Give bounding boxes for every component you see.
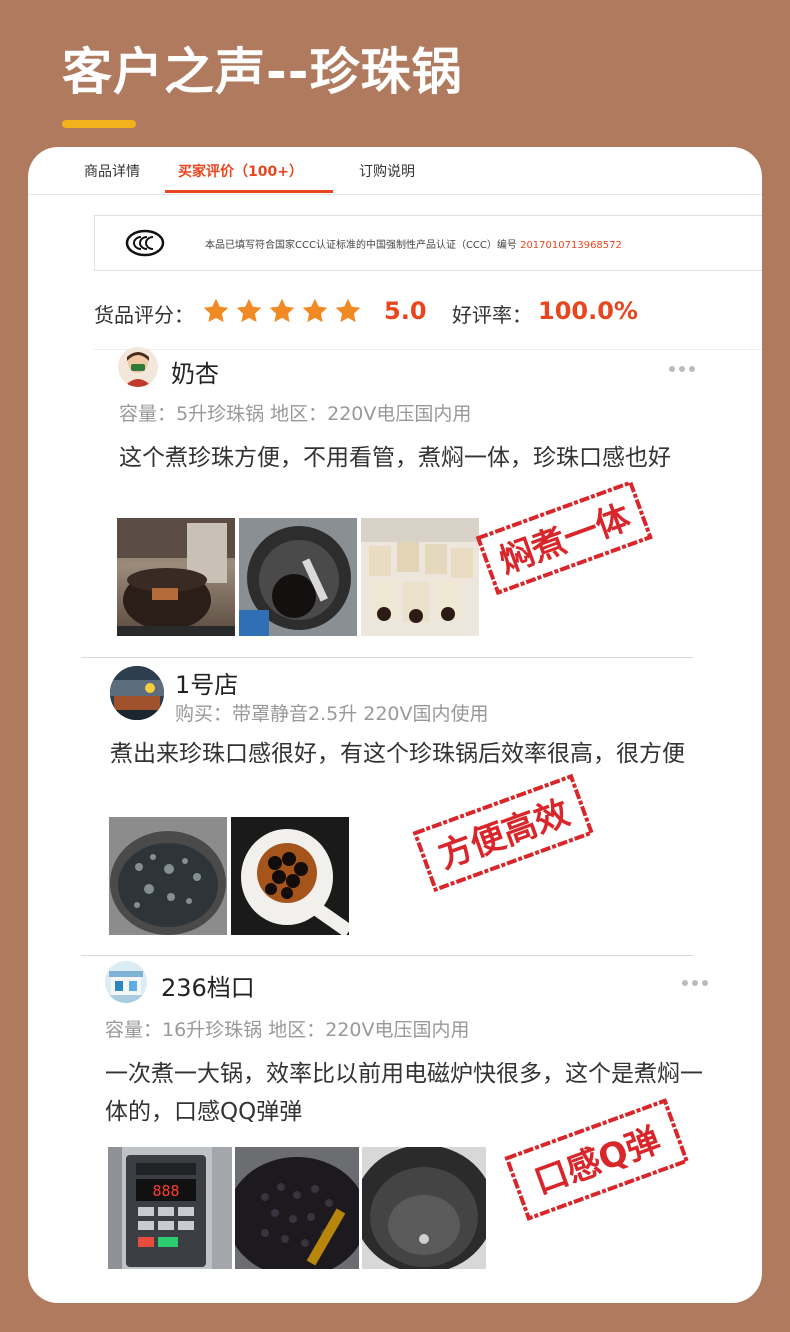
avatar-storefront-icon xyxy=(105,961,147,1003)
page-title: 客户之声--珍珠锅 xyxy=(62,43,463,101)
review-username: 236档口 xyxy=(161,974,255,1002)
title-underline xyxy=(62,120,136,128)
display-digits: 888 xyxy=(152,1182,179,1200)
control-panel-image: 888 xyxy=(108,1147,232,1269)
review-photo-control-panel[interactable]: 888 xyxy=(108,1147,232,1269)
review-item: 236档口 容量：16升珍珠锅 地区：220V电压国内用 一次煮一大锅，效率比以… xyxy=(28,147,762,1303)
cooked-pearls-image xyxy=(235,1147,359,1269)
review-card: 商品详情 买家评价（100+） 订购说明 本品已填写符合国家CCC认证标准的中国… xyxy=(28,147,762,1303)
empty-pot-image xyxy=(362,1147,486,1269)
review-photo-cooked-pearls[interactable] xyxy=(235,1147,359,1269)
stamp-qq-texture: 口感Q弹 xyxy=(504,1098,690,1221)
more-options-icon[interactable] xyxy=(682,979,710,987)
review-photo-empty-pot[interactable] xyxy=(362,1147,486,1269)
avatar[interactable] xyxy=(105,961,147,1003)
review-meta: 容量：16升珍珠锅 地区：220V电压国内用 xyxy=(105,1019,470,1041)
stamp-text: 口感Q弹 xyxy=(529,1120,666,1202)
